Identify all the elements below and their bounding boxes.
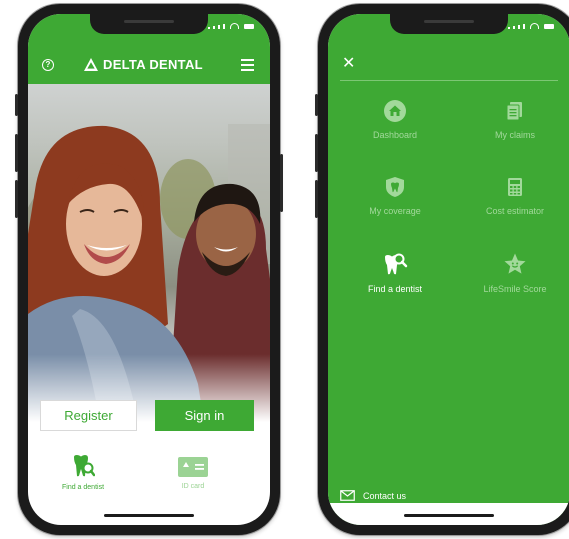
id-card-icon (178, 457, 208, 477)
register-button[interactable]: Register (40, 400, 137, 431)
volume-down-button (315, 180, 318, 218)
navigation-menu: ✕ Dashboard My claims My coverage Cost e… (328, 14, 569, 525)
envelope-icon (340, 490, 355, 501)
home-indicator (104, 514, 194, 517)
side-button (15, 94, 18, 116)
tab-id-card[interactable]: ID card (138, 454, 248, 490)
contact-us-label: Contact us (363, 490, 407, 501)
menu-item-lifesmile-score[interactable]: LifeSmile Score (460, 252, 569, 294)
hamburger-menu-icon[interactable] (241, 59, 254, 74)
menu-screen: ✕ Dashboard My claims My coverage Cost e… (328, 14, 569, 525)
home-indicator (404, 514, 494, 517)
power-button (280, 154, 283, 212)
calculator-icon (508, 178, 522, 196)
side-button (315, 94, 318, 116)
phone-menu-screen: ✕ Dashboard My claims My coverage Cost e… (315, 4, 569, 535)
status-bar-icons (508, 23, 554, 29)
menu-item-dashboard[interactable]: Dashboard (340, 100, 450, 140)
status-bar-icons (208, 23, 254, 29)
phone-notch (390, 14, 508, 34)
close-icon[interactable]: ✕ (342, 56, 355, 72)
volume-up-button (15, 134, 18, 172)
documents-icon (506, 102, 522, 121)
tab-label: Find a dentist (61, 484, 105, 491)
menu-item-label: My coverage (369, 206, 421, 216)
delta-triangle-icon (84, 58, 98, 71)
volume-down-button (15, 180, 18, 218)
volume-up-button (315, 134, 318, 172)
menu-item-label: Dashboard (372, 130, 418, 140)
menu-item-label: LifeSmile Score (483, 284, 547, 294)
shield-tooth-icon (386, 177, 404, 197)
menu-item-label: Find a dentist (367, 284, 423, 294)
menu-bottom-bar (328, 503, 569, 525)
question-circle-icon[interactable]: ? (42, 59, 54, 71)
phone-login-screen: ? DELTA DENTAL Register Sign in Find a d… (15, 4, 283, 535)
sign-in-button[interactable]: Sign in (155, 400, 254, 431)
tab-label: ID card (181, 483, 205, 490)
phone-notch (90, 14, 208, 34)
home-icon (384, 100, 406, 122)
star-smile-icon (504, 253, 526, 274)
login-screen: ? DELTA DENTAL Register Sign in Find a d… (28, 14, 270, 525)
menu-divider (340, 80, 558, 81)
tab-find-a-dentist[interactable]: Find a dentist (28, 454, 138, 491)
menu-item-my-coverage[interactable]: My coverage (340, 176, 450, 216)
brand-logo: DELTA DENTAL (84, 57, 203, 72)
brand-name: DELTA DENTAL (103, 57, 203, 72)
contact-us-link[interactable]: Contact us (340, 490, 406, 501)
tooth-search-icon (74, 455, 95, 477)
hero-photo (28, 84, 270, 422)
menu-item-label: My claims (495, 130, 535, 140)
menu-item-label: Cost estimator (485, 206, 545, 216)
menu-item-cost-estimator[interactable]: Cost estimator (460, 176, 569, 216)
menu-item-find-a-dentist[interactable]: Find a dentist (340, 252, 450, 294)
menu-item-my-claims[interactable]: My claims (460, 100, 569, 140)
tooth-search-icon (385, 253, 408, 275)
